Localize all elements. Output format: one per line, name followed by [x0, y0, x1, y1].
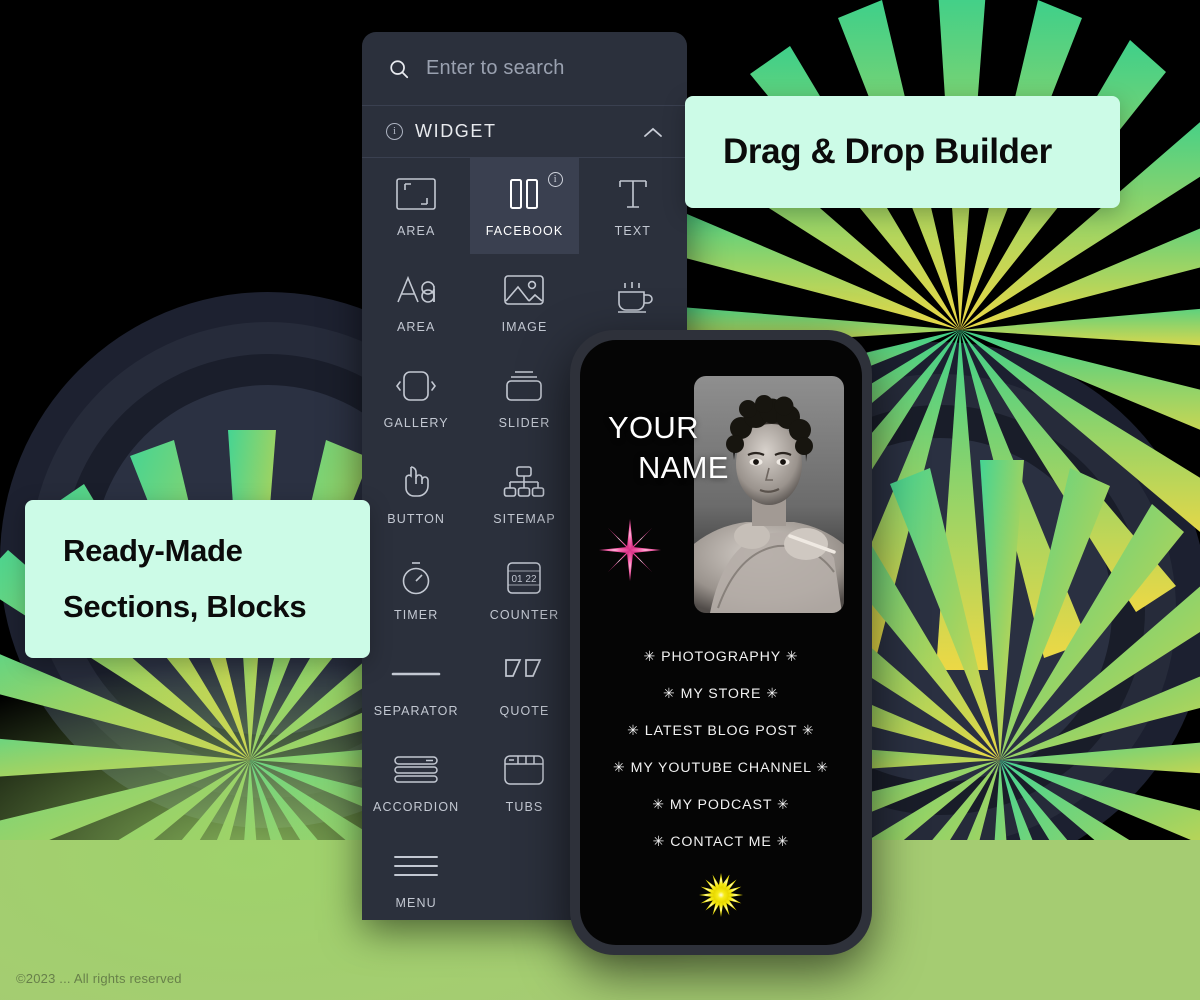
pink-eight-point-star-icon: [598, 518, 662, 587]
phone-link-list: ✳ PHOTOGRAPHY ✳ ✳ MY STORE ✳ ✳ LATEST BL…: [580, 632, 862, 945]
list-item[interactable]: ✳ MY STORE ✳: [590, 675, 852, 712]
phone-hero: YOUR NAME: [580, 340, 862, 632]
gallery-arrows-icon: [394, 366, 438, 406]
columns-icon: [507, 174, 541, 214]
widget-tile-typography[interactable]: AREA: [362, 254, 470, 350]
timer-icon: [398, 558, 434, 598]
widget-label: COUNTER: [489, 608, 560, 622]
widget-label: SITEMAP: [493, 512, 556, 526]
section-title: WIDGET: [415, 121, 497, 141]
accordion-rows-icon: [392, 750, 440, 790]
phone-mockup: YOUR NAME ✳ PHOTOGRAPHY ✳ ✳ MY STORE ✳ ✳…: [570, 330, 872, 955]
phone-screen: YOUR NAME ✳ PHOTOGRAPHY ✳ ✳ MY STORE ✳ ✳…: [580, 340, 862, 945]
search-bar[interactable]: [362, 32, 687, 106]
callout-ready-made: Ready-Made Sections, Blocks: [25, 500, 370, 658]
chevron-up-icon[interactable]: [643, 126, 663, 138]
yellow-sunburst-icon: [698, 872, 744, 923]
phone-quote: "WHEN WORDS BECOME UNCLEAR, I: [590, 923, 852, 945]
footer-text: ©2023 ... All rights reserved: [16, 971, 182, 986]
widget-tile-facebook[interactable]: i FACEBOOK: [470, 158, 579, 254]
sunburst-wrap: [590, 860, 852, 923]
widget-label: IMAGE: [501, 320, 548, 334]
widget-label: AREA: [396, 320, 436, 334]
text-t-icon: [616, 174, 650, 214]
callout-drag-drop-label: Drag & Drop Builder: [723, 132, 1052, 171]
widget-label: AREA: [396, 224, 436, 238]
hero-name-line1: YOUR: [608, 410, 699, 445]
slider-stack-icon: [503, 366, 545, 406]
typography-aa-icon: [395, 270, 437, 310]
widget-tile-quote[interactable]: QUOTE: [470, 638, 578, 734]
widget-tile-button[interactable]: BUTTON: [362, 446, 470, 542]
widget-tile-slider[interactable]: SLIDER: [470, 350, 578, 446]
sunburst-art: [699, 873, 743, 917]
widget-tile-menu[interactable]: MENU: [362, 830, 470, 920]
widget-tile-separator[interactable]: SEPARATOR: [362, 638, 470, 734]
coffee-cup-icon: [613, 277, 653, 317]
widget-tile-timer[interactable]: TIMER: [362, 542, 470, 638]
callout-ready-made-line1: Ready-Made: [63, 533, 243, 568]
widget-label: MENU: [395, 896, 437, 910]
pink-star-art: [599, 519, 661, 581]
sitemap-icon: [503, 462, 545, 502]
list-item[interactable]: ✳ MY PODCAST ✳: [590, 786, 852, 823]
quote-marks-icon: [502, 654, 546, 694]
info-icon[interactable]: i: [547, 172, 563, 187]
widget-tile-counter[interactable]: 01 22 COUNTER: [470, 542, 578, 638]
phone-hero-name: YOUR NAME: [608, 408, 729, 487]
list-item[interactable]: ✳ PHOTOGRAPHY ✳: [590, 638, 852, 675]
menu-lines-icon: [391, 846, 441, 886]
hero-name-line2: NAME: [638, 449, 729, 485]
widget-label: QUOTE: [499, 704, 550, 718]
widget-tile-gallery[interactable]: GALLERY: [362, 350, 470, 446]
separator-line-icon: [390, 654, 442, 694]
widget-label: TEXT: [614, 224, 651, 238]
image-icon: [503, 270, 545, 310]
widget-label: GALLERY: [383, 416, 449, 430]
widget-label: ACCORDION: [373, 800, 460, 814]
counter-icon: 01 22: [504, 558, 544, 598]
widget-tile-image[interactable]: IMAGE: [470, 254, 578, 350]
list-item[interactable]: ✳ CONTACT ME ✳: [590, 823, 852, 860]
widget-label: SEPARATOR: [373, 704, 459, 718]
callout-ready-made-line2: Sections, Blocks: [63, 589, 307, 624]
callout-drag-drop: Drag & Drop Builder: [685, 96, 1120, 208]
widget-label: BUTTON: [387, 512, 446, 526]
tap-hand-icon: [398, 462, 434, 502]
info-icon: i: [386, 123, 403, 140]
list-item[interactable]: ✳ MY YOUTUBE CHANNEL ✳: [590, 749, 852, 786]
widget-tile-sitemap[interactable]: SITEMAP: [470, 446, 578, 542]
search-icon: [388, 58, 410, 80]
list-item[interactable]: ✳ LATEST BLOG POST ✳: [590, 712, 852, 749]
tabs-icon: [502, 750, 546, 790]
page-root: i WIDGET AREA: [0, 0, 1200, 1000]
widget-tile-tubs[interactable]: TUBS: [470, 734, 578, 830]
widget-section-header[interactable]: i WIDGET: [362, 106, 687, 158]
widget-tile-text[interactable]: TEXT: [579, 158, 687, 254]
widget-tile-accordion[interactable]: ACCORDION: [362, 734, 470, 830]
widget-label: SLIDER: [498, 416, 551, 430]
widget-label: FACEBOOK: [485, 224, 564, 238]
widget-label: TUBS: [505, 800, 544, 814]
svg-text:01 22: 01 22: [512, 574, 537, 585]
search-input[interactable]: [426, 57, 661, 80]
widget-label: TIMER: [393, 608, 439, 622]
frame-corners-icon: [395, 174, 437, 214]
widget-tile-area[interactable]: AREA: [362, 158, 470, 254]
